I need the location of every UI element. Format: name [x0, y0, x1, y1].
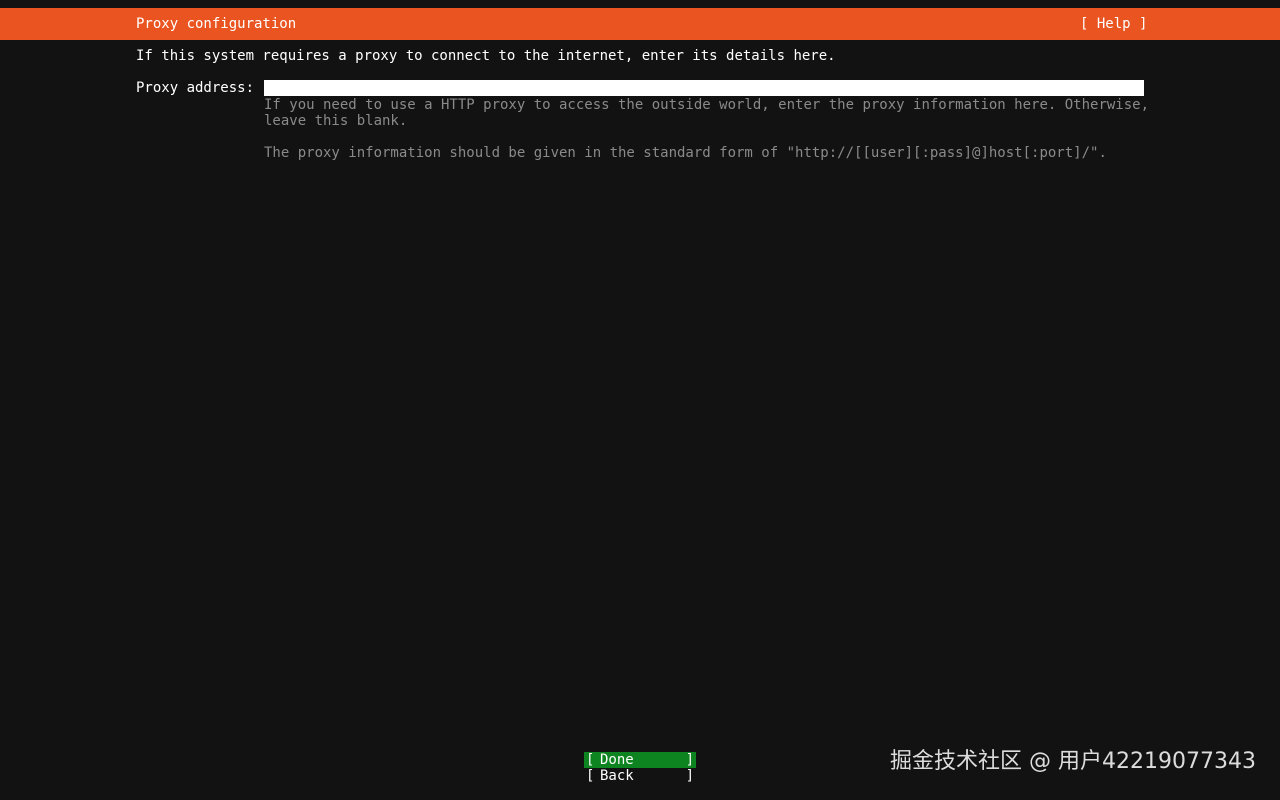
done-button-label: Done	[600, 752, 634, 768]
proxy-help-line-2: leave this blank.	[264, 113, 408, 129]
done-bracket-close: ]	[685, 752, 694, 768]
screen-title: Proxy configuration	[136, 16, 297, 32]
help-button[interactable]: [ Help ]	[1080, 16, 1147, 32]
proxy-address-label: Proxy address:	[136, 80, 255, 96]
watermark: 掘金技术社区 @ 用户42219077343	[890, 749, 1256, 774]
proxy-help-line-1: If you need to use a HTTP proxy to acces…	[264, 97, 1150, 113]
proxy-address-input[interactable]	[264, 80, 1144, 96]
back-button-label: Back	[600, 768, 634, 784]
back-button[interactable]: [ Back ]	[584, 768, 696, 784]
intro-text: If this system requires a proxy to conne…	[136, 48, 836, 64]
proxy-format-hint: The proxy information should be given in…	[264, 145, 1107, 161]
done-button[interactable]: [ Done ]	[584, 752, 696, 768]
back-bracket-close: ]	[685, 768, 694, 784]
back-bracket-open: [	[586, 768, 595, 784]
done-bracket-open: [	[586, 752, 595, 768]
title-bar: Proxy configuration [ Help ]	[0, 8, 1280, 40]
